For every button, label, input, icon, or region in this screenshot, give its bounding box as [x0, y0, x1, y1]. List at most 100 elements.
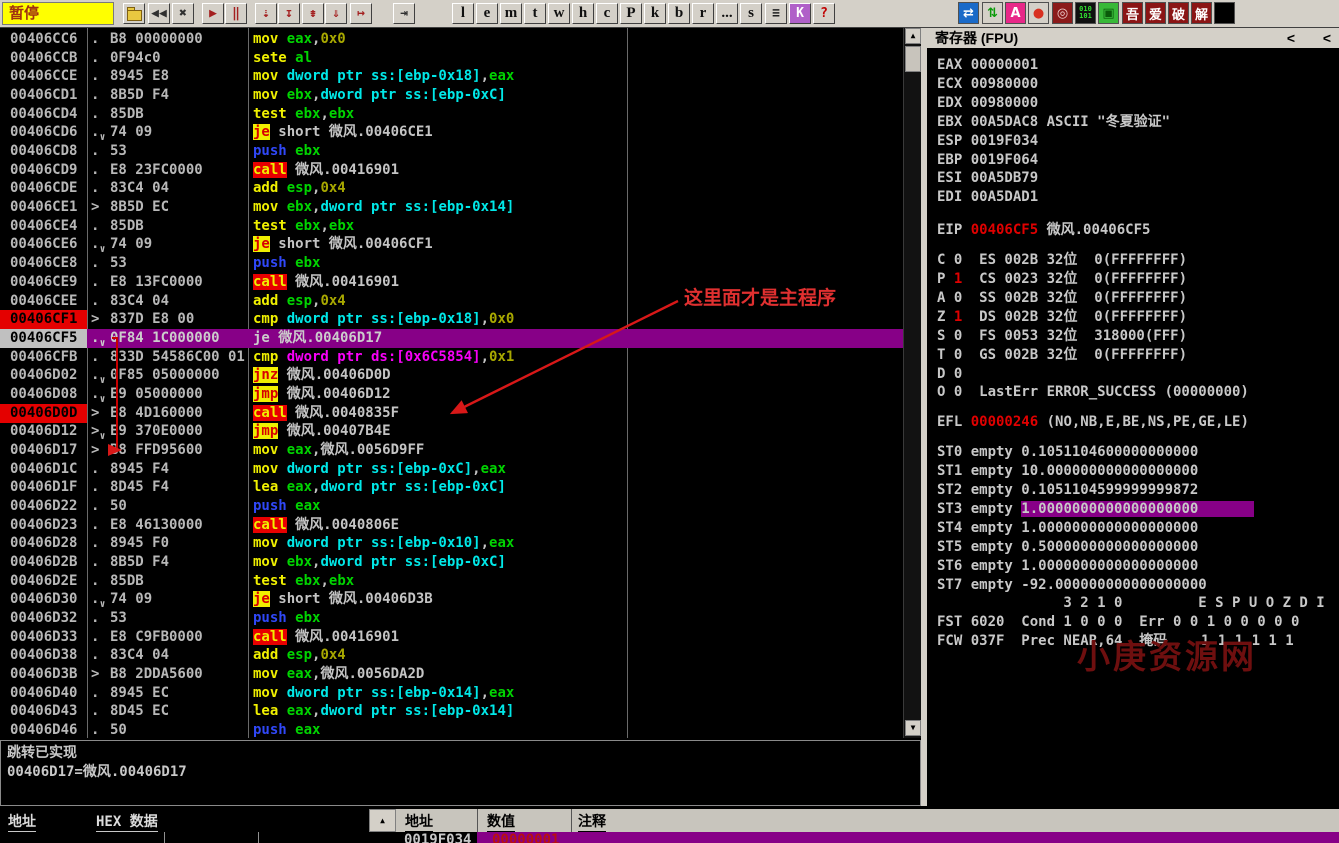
close-icon[interactable]: ✖: [172, 3, 194, 24]
register-line[interactable]: C 0 ES 002B 32位 0(FFFFFFFF): [937, 251, 1187, 270]
target-icon[interactable]: ◎: [1052, 2, 1073, 24]
plugin-wu-icon[interactable]: 吾: [1122, 2, 1143, 24]
address-cell[interactable]: 00406CD9: [0, 161, 87, 180]
register-line[interactable]: T 0 GS 002B 32位 0(FFFFFFFF): [937, 346, 1187, 365]
disasm-row[interactable]: 00406D32.53push ebx: [0, 609, 903, 628]
letter-button-r[interactable]: r: [692, 3, 714, 24]
address-cell[interactable]: 00406CF1: [0, 310, 87, 329]
disasm-row[interactable]: 00406CD9.E8 23FC0000call 微风.00416901: [0, 161, 903, 180]
address-cell[interactable]: 00406CC6: [0, 30, 87, 49]
register-line[interactable]: ST5 empty 0.5000000000000000000: [937, 538, 1198, 557]
address-cell[interactable]: 00406D0D: [0, 404, 87, 423]
binary-icon[interactable]: 010101: [1075, 2, 1096, 24]
collapse-left-icon[interactable]: <: [1287, 28, 1295, 48]
scroll-thumb[interactable]: [905, 46, 921, 72]
address-cell[interactable]: 00406CD8: [0, 142, 87, 161]
address-cell[interactable]: 00406D38: [0, 646, 87, 665]
pane-splitter[interactable]: [921, 28, 927, 806]
step-over-icon[interactable]: ↧: [278, 3, 300, 24]
disasm-row[interactable]: 00406CCE.8945 E8mov dword ptr ss:[ebp-0x…: [0, 67, 903, 86]
address-cell[interactable]: 00406D33: [0, 628, 87, 647]
register-line[interactable]: ST7 empty -92.000000000000000000: [937, 576, 1207, 595]
run-icon[interactable]: ▶: [202, 3, 224, 24]
disasm-row[interactable]: 00406D22.50push eax: [0, 497, 903, 516]
disasm-row[interactable]: 00406CF5.∨0F84 1C000000je 微风.00406D17: [0, 329, 903, 348]
address-cell[interactable]: 00406D2B: [0, 553, 87, 572]
disasm-row[interactable]: 00406D1F.8D45 F4lea eax,dword ptr ss:[eb…: [0, 478, 903, 497]
register-line[interactable]: EBX 00A5DAC8 ASCII "冬夏验证": [937, 113, 1170, 132]
disasm-row[interactable]: 00406CDE.83C4 04add esp,0x4: [0, 179, 903, 198]
address-cell[interactable]: 00406D22: [0, 497, 87, 516]
scroll-up-button[interactable]: ▲: [905, 28, 921, 44]
register-line[interactable]: ESI 00A5DB79: [937, 169, 1038, 188]
disasm-row[interactable]: 00406CD1.8B5D F4mov ebx,dword ptr ss:[eb…: [0, 86, 903, 105]
disasm-row[interactable]: 00406D43.8D45 EClea eax,dword ptr ss:[eb…: [0, 702, 903, 721]
disasm-row[interactable]: 00406D12>∨E9 370E0000jmp 微风.00407B4E: [0, 422, 903, 441]
disasm-row[interactable]: 00406D33.E8 C9FB0000call 微风.00416901: [0, 628, 903, 647]
register-line[interactable]: ESP 0019F034: [937, 132, 1038, 151]
breakpoint-dot-icon[interactable]: ●: [1028, 2, 1049, 24]
dump-scroll-up-button[interactable]: ▲: [369, 809, 396, 832]
register-line[interactable]: ST6 empty 1.0000000000000000000: [937, 557, 1198, 576]
execute-till-return-icon[interactable]: ↦: [350, 3, 372, 24]
disasm-row[interactable]: 00406D2E.85DBtest ebx,ebx: [0, 572, 903, 591]
address-cell[interactable]: 00406CE8: [0, 254, 87, 273]
letter-button-P[interactable]: P: [620, 3, 642, 24]
register-line[interactable]: EAX 00000001: [937, 56, 1038, 75]
address-cell[interactable]: 00406D08: [0, 385, 87, 404]
address-cell[interactable]: 00406CDE: [0, 179, 87, 198]
address-cell[interactable]: 00406D30: [0, 590, 87, 609]
address-cell[interactable]: 00406CFB: [0, 348, 87, 367]
disasm-row[interactable]: 00406D28.8945 F0mov dword ptr ss:[ebp-0x…: [0, 534, 903, 553]
disassembly-pane[interactable]: 00406CC6.B8 00000000mov eax,0x000406CCB.…: [0, 28, 903, 738]
register-line[interactable]: A 0 SS 002B 32位 0(FFFFFFFF): [937, 289, 1187, 308]
disasm-row[interactable]: 00406CE6.∨74 09je short 微风.00406CF1: [0, 235, 903, 254]
address-cell[interactable]: 00406CE6: [0, 235, 87, 254]
address-cell[interactable]: 00406CCB: [0, 49, 87, 68]
address-cell[interactable]: 00406CD6: [0, 123, 87, 142]
updown-arrows-icon[interactable]: ⇅: [982, 2, 1003, 24]
animate-over-icon[interactable]: ⇓: [325, 3, 347, 24]
help-icon[interactable]: ?: [813, 3, 835, 24]
disasm-row[interactable]: 00406D30.∨74 09je short 微风.00406D3B: [0, 590, 903, 609]
address-cell[interactable]: 00406CE1: [0, 198, 87, 217]
letter-button-t[interactable]: t: [524, 3, 546, 24]
disasm-row[interactable]: 00406CF1>837D E8 00cmp dword ptr ss:[ebp…: [0, 310, 903, 329]
register-line[interactable]: Z 1 DS 002B 32位 0(FFFFFFFF): [937, 308, 1187, 327]
disasm-row[interactable]: 00406CD6.∨74 09je short 微风.00406CE1: [0, 123, 903, 142]
dump-row[interactable]: 0049E000 E9 18 E8 74 80 1B E8 74 00 20: [0, 832, 396, 843]
register-line[interactable]: EFL 00000246 (NO,NB,E,BE,NS,PE,GE,LE): [937, 413, 1249, 432]
open-folder-icon[interactable]: [123, 3, 145, 24]
address-cell[interactable]: 00406D2E: [0, 572, 87, 591]
letter-button-c[interactable]: c: [596, 3, 618, 24]
address-cell[interactable]: 00406D17: [0, 441, 87, 460]
address-cell[interactable]: 00406D1F: [0, 478, 87, 497]
disasm-row[interactable]: 00406CE4.85DBtest ebx,ebx: [0, 217, 903, 236]
address-cell[interactable]: 00406D1C: [0, 460, 87, 479]
animate-into-icon[interactable]: ⇟: [302, 3, 324, 24]
execute-till-user-icon[interactable]: ⇥: [393, 3, 415, 24]
register-line[interactable]: ST3 empty 1.0000000000000000000: [937, 500, 1254, 519]
address-cell[interactable]: 00406CCE: [0, 67, 87, 86]
register-line[interactable]: D 0: [937, 365, 962, 384]
memory-window-icon[interactable]: ▣: [1098, 2, 1119, 24]
register-line[interactable]: ST1 empty 10.000000000000000000: [937, 462, 1198, 481]
register-line[interactable]: 3 2 1 0 E S P U O Z D I: [937, 594, 1325, 613]
address-cell[interactable]: 00406D40: [0, 684, 87, 703]
swap-icon[interactable]: ⇄: [958, 2, 979, 24]
disasm-row[interactable]: 00406D02.∨0F85 05000000jnz 微风.00406D0D: [0, 366, 903, 385]
rewind-icon[interactable]: ◀◀: [148, 3, 170, 24]
disasm-row[interactable]: 00406D1C.8945 F4mov dword ptr ss:[ebp-0x…: [0, 460, 903, 479]
black-square[interactable]: [1214, 2, 1235, 24]
step-into-icon[interactable]: ⇣: [255, 3, 277, 24]
register-line[interactable]: EBP 0019F064: [937, 151, 1038, 170]
letter-button-h[interactable]: h: [572, 3, 594, 24]
register-line[interactable]: EIP 00406CF5 微风.00406CF5: [937, 221, 1150, 240]
address-cell[interactable]: 00406D3B: [0, 665, 87, 684]
disasm-row[interactable]: 00406CD4.85DBtest ebx,ebx: [0, 105, 903, 124]
address-cell[interactable]: 00406CEE: [0, 292, 87, 311]
plugin-ai-icon[interactable]: 爱: [1145, 2, 1166, 24]
register-line[interactable]: S 0 FS 0053 32位 318000(FFF): [937, 327, 1187, 346]
disasm-row[interactable]: 00406D23.E8 46130000call 微风.0040806E: [0, 516, 903, 535]
register-line[interactable]: EDX 00980000: [937, 94, 1038, 113]
